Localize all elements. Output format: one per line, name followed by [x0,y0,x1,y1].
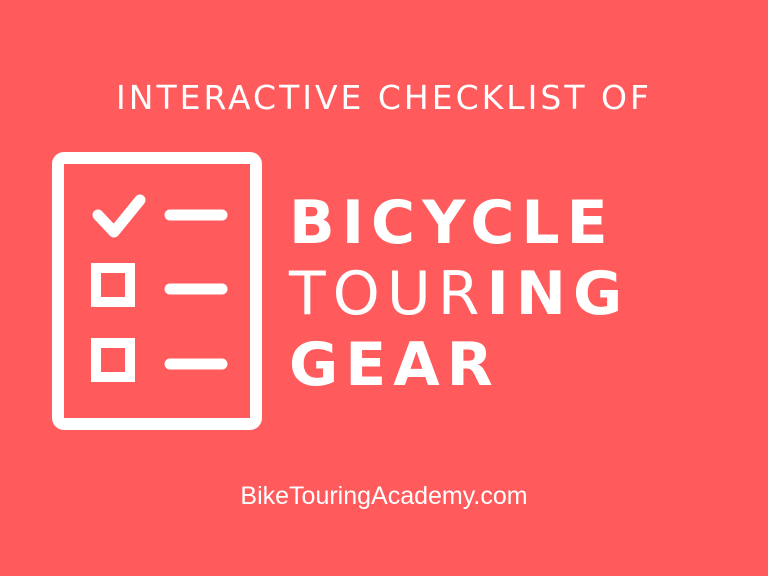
title-line-2-bold: ING [486,259,630,329]
check-mark-icon [92,194,146,238]
checkbox-empty-icon-1 [91,263,135,307]
title-line-2-light: TOUR [289,259,487,329]
checklist-icon [52,152,262,430]
main-title: BICYCLE TOURING GEAR [289,188,629,401]
subtitle: INTERACTIVE CHECKLIST OF [116,78,652,117]
checkbox-empty-icon-2 [91,338,135,382]
website-url: BikeTouringAcademy.com [240,482,528,510]
title-line-3: GEAR [289,330,500,400]
title-line-2: TOURING [289,259,629,330]
title-line-1: BICYCLE [289,188,615,258]
